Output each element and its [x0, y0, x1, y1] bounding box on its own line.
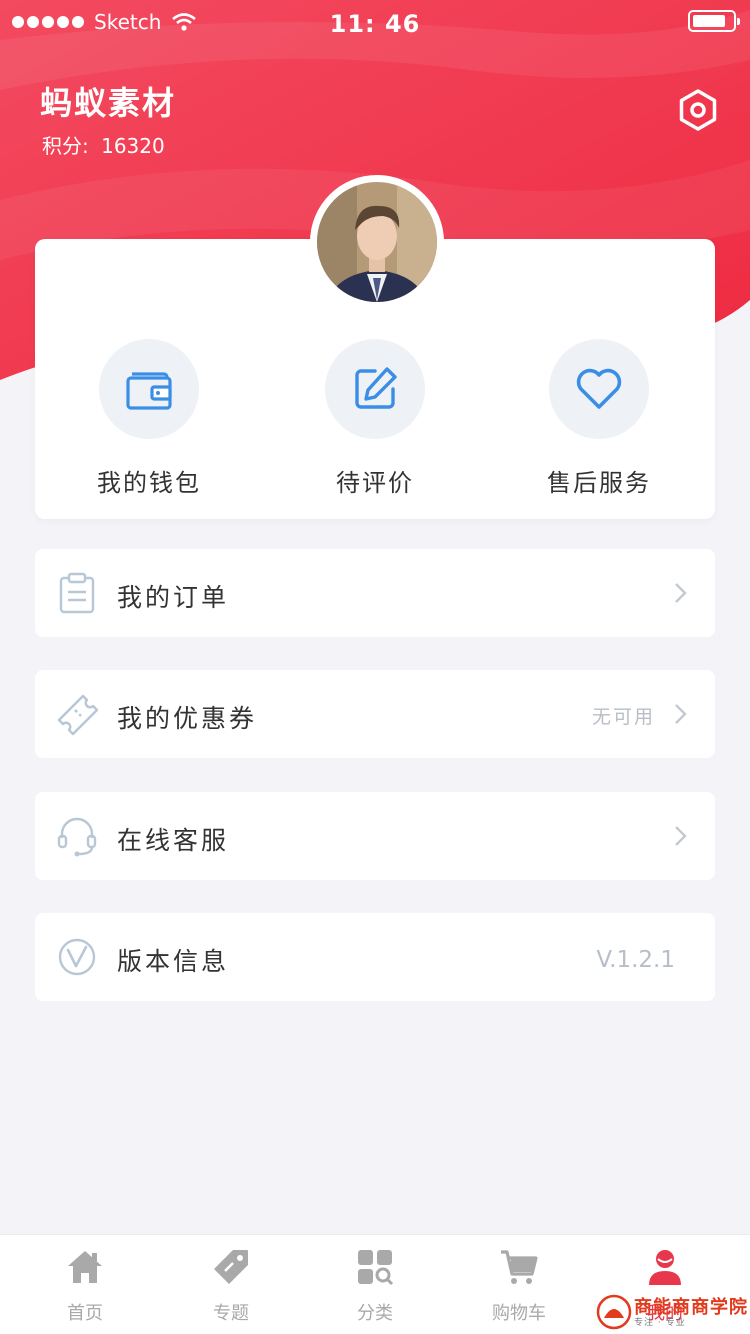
tab-cart-label: 购物车 [492, 1303, 546, 1324]
version-number: V.1.2.1 [596, 947, 675, 973]
cart-icon [501, 1250, 538, 1284]
menu-row-support[interactable]: 在线客服 [35, 792, 715, 880]
tab-home-label: 首页 [67, 1303, 103, 1324]
heart-icon-circle [549, 339, 649, 439]
avatar-photo [317, 182, 437, 302]
wallet-icon [126, 372, 172, 410]
avatar[interactable] [310, 175, 444, 309]
after-sales-action[interactable]: 售后服务 [499, 339, 699, 498]
pending-review-label: 待评价 [336, 469, 414, 497]
wallet-action[interactable]: 我的钱包 [49, 339, 249, 498]
menu-row-orders[interactable]: 我的订单 [35, 549, 715, 637]
chevron-right-icon [675, 826, 687, 846]
status-bar: Sketch 11: 46 [0, 0, 750, 44]
user-icon [649, 1250, 681, 1285]
pending-review-action[interactable]: 待评价 [275, 339, 475, 498]
chevron-right-icon [675, 583, 687, 603]
tab-cart[interactable]: 购物车 [444, 1235, 594, 1334]
version-icon [58, 938, 96, 976]
menu-row-version[interactable]: 版本信息 V.1.2.1 [35, 913, 715, 1001]
tab-topics-label: 专题 [213, 1303, 249, 1324]
coupons-status: 无可用 [591, 706, 655, 728]
headset-icon [57, 817, 97, 857]
tab-category[interactable]: 分类 [300, 1235, 450, 1334]
tab-home[interactable]: 首页 [10, 1235, 160, 1334]
support-label: 在线客服 [117, 826, 230, 855]
edit-icon [355, 367, 397, 409]
category-icon [358, 1250, 394, 1286]
wallet-icon-circle [99, 339, 199, 439]
watermark-subtext: 专注 · 专业 [634, 1318, 686, 1328]
edit-icon-circle [325, 339, 425, 439]
status-time: 11: 46 [329, 10, 421, 38]
points-label: 积分: [42, 134, 89, 158]
tag-icon [214, 1250, 248, 1284]
settings-icon[interactable] [676, 88, 720, 132]
points-value: 16320 [101, 134, 165, 158]
ticket-icon [57, 694, 99, 736]
profile-name: 蚂蚁素材 [40, 84, 177, 122]
chevron-right-icon [675, 704, 687, 724]
tab-topics[interactable]: 专题 [156, 1235, 306, 1334]
orders-label: 我的订单 [117, 583, 230, 612]
coupons-label: 我的优惠券 [117, 704, 258, 733]
watermark-logo: 商能商商学院 专注 · 专业 [594, 1290, 750, 1334]
tab-category-label: 分类 [357, 1303, 393, 1324]
watermark-emblem-icon [596, 1294, 632, 1330]
wallet-label: 我的钱包 [97, 469, 201, 497]
points-line: 积分: 16320 [42, 130, 165, 159]
menu-row-coupons[interactable]: 我的优惠券 无可用 [35, 670, 715, 758]
battery-icon [688, 10, 740, 32]
home-icon [68, 1251, 102, 1283]
clipboard-icon [59, 572, 95, 614]
after-sales-label: 售后服务 [547, 469, 651, 497]
version-label: 版本信息 [117, 947, 230, 976]
heart-icon [576, 368, 622, 409]
